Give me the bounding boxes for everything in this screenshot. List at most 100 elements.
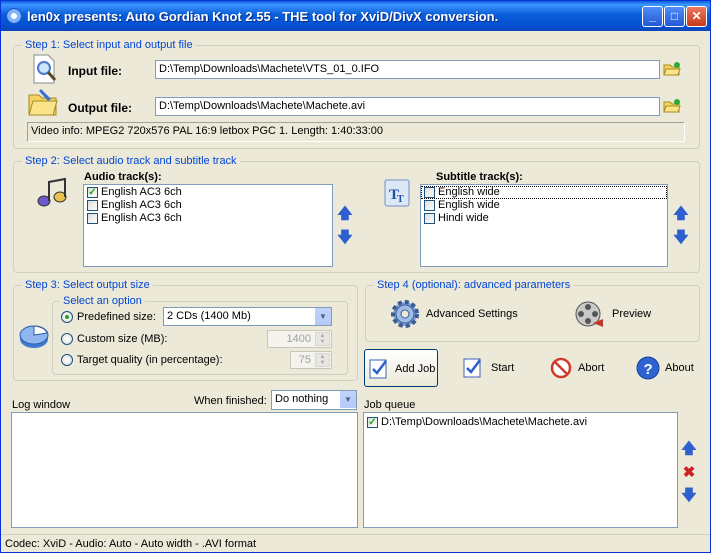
target-quality-value: 75	[298, 354, 311, 366]
audio-track-item[interactable]: English AC3 6ch	[84, 199, 332, 212]
output-file-label: Output file:	[68, 101, 132, 115]
audio-move-down-icon[interactable]: 🡇	[337, 230, 353, 246]
output-file-field[interactable]: D:\Temp\Downloads\Machete\Machete.avi	[155, 97, 660, 116]
spinner-arrows-icon[interactable]: ▲ ▼	[315, 353, 330, 367]
start-button[interactable]: Start	[461, 351, 525, 387]
chevron-down-icon[interactable]: ▼	[339, 391, 356, 408]
audio-track-item[interactable]: English AC3 6ch	[84, 212, 332, 225]
checkbox-icon[interactable]	[424, 200, 435, 211]
subtitle-track-label: English wide	[438, 186, 500, 198]
checkbox-icon[interactable]	[424, 213, 435, 224]
audio-move-up-icon[interactable]: 🡅	[337, 206, 353, 222]
start-label: Start	[491, 362, 515, 374]
svg-text:?: ?	[644, 361, 653, 378]
job-queue-item[interactable]: ✓ D:\Temp\Downloads\Machete\Machete.avi	[364, 416, 677, 429]
checklist-icon	[463, 357, 485, 379]
checklist-icon	[369, 358, 391, 380]
subtitle-move-down-icon[interactable]: 🡇	[673, 230, 689, 246]
checkbox-icon[interactable]	[87, 200, 98, 211]
stop-sign-icon	[550, 357, 572, 379]
predefined-size-select[interactable]: 2 CDs (1400 Mb) ▼	[163, 307, 332, 326]
job-queue-item-label: D:\Temp\Downloads\Machete\Machete.avi	[381, 416, 588, 428]
video-info-text: Video info: MPEG2 720x576 PAL 16:9 letbo…	[27, 122, 685, 142]
predefined-size-label: Predefined size:	[77, 311, 156, 323]
job-queue-list[interactable]: ✓ D:\Temp\Downloads\Machete\Machete.avi	[363, 412, 678, 528]
maximize-button[interactable]: □	[664, 6, 685, 27]
subtitle-track-label: Hindi wide	[438, 212, 489, 224]
minimize-button[interactable]: _	[642, 6, 663, 27]
abort-button[interactable]: Abort	[548, 351, 612, 387]
log-window-area[interactable]	[11, 412, 358, 528]
queue-remove-icon[interactable]: ✖	[681, 465, 697, 481]
abort-label: Abort	[578, 362, 605, 374]
audio-track-label: English AC3 6ch	[101, 186, 182, 198]
about-label: About	[665, 362, 694, 374]
subtitle-text-icon: TT	[384, 179, 410, 207]
spinner-arrows-icon[interactable]: ▲ ▼	[315, 332, 330, 346]
audio-tracks-label: Audio track(s):	[84, 171, 162, 183]
subtitle-track-item[interactable]: English wide	[421, 199, 667, 212]
window-title: len0x presents: Auto Gordian Knot 2.55 -…	[27, 9, 499, 24]
when-finished-label: When finished:	[194, 395, 267, 407]
checkbox-icon[interactable]	[424, 187, 435, 198]
subtitle-tracks-label: Subtitle track(s):	[436, 171, 523, 183]
when-finished-select[interactable]: Do nothing ▼	[271, 390, 357, 410]
checkbox-checked-icon[interactable]: ✓	[87, 187, 98, 198]
target-quality-label: Target quality (in percentage):	[77, 354, 223, 366]
step4-legend: Step 4 (optional): advanced parameters	[374, 279, 574, 291]
advanced-settings-button[interactable]: Advanced Settings	[386, 297, 526, 333]
step3-legend: Step 3: Select output size	[22, 279, 153, 291]
custom-size-label: Custom size (MB):	[77, 333, 168, 345]
output-file-icon	[27, 87, 59, 117]
custom-size-value: 1400	[286, 333, 311, 345]
title-bar[interactable]: len0x presents: Auto Gordian Knot 2.55 -…	[1, 1, 710, 31]
audio-track-label: English AC3 6ch	[101, 212, 182, 224]
checkbox-icon[interactable]	[87, 213, 98, 224]
chevron-down-icon[interactable]: ▼	[314, 308, 331, 325]
preview-label: Preview	[612, 308, 652, 320]
input-file-field[interactable]: D:\Temp\Downloads\Machete\VTS_01_0.IFO	[155, 60, 660, 79]
input-file-label: Input file:	[68, 64, 122, 78]
disk-pie-icon	[18, 317, 50, 351]
size-option-legend: Select an option	[60, 295, 145, 307]
input-file-icon	[29, 53, 59, 85]
target-quality-radio[interactable]	[61, 354, 73, 366]
film-reel-icon	[573, 297, 607, 331]
job-queue-label: Job queue	[364, 399, 416, 411]
subtitle-track-item[interactable]: Hindi wide	[421, 212, 667, 225]
add-job-button[interactable]: Add Job	[364, 349, 438, 387]
audio-track-item[interactable]: ✓ English AC3 6ch	[84, 186, 332, 199]
subtitle-track-item[interactable]: English wide	[421, 186, 667, 199]
add-job-label: Add Job	[395, 363, 436, 375]
browse-output-folder-icon[interactable]	[663, 98, 681, 114]
when-finished-value: Do nothing	[275, 393, 329, 405]
about-button[interactable]: ? About	[635, 351, 701, 387]
queue-move-down-icon[interactable]: 🡇	[681, 488, 697, 504]
predefined-size-radio[interactable]	[61, 311, 73, 323]
svg-text:T: T	[397, 194, 404, 205]
custom-size-radio[interactable]	[61, 333, 73, 345]
subtitle-move-up-icon[interactable]: 🡅	[673, 206, 689, 222]
gear-icon	[388, 297, 422, 331]
app-icon[interactable]	[6, 8, 22, 24]
subtitle-tracks-list[interactable]: English wide English wide Hindi wide	[420, 184, 668, 267]
app-window: len0x presents: Auto Gordian Knot 2.55 -…	[0, 0, 711, 553]
target-quality-spinner[interactable]: 75 ▲ ▼	[290, 351, 332, 369]
log-window-label: Log window	[12, 399, 71, 411]
step1-legend: Step 1: Select input and output file	[22, 39, 196, 51]
step2-legend: Step 2: Select audio track and subtitle …	[22, 155, 240, 167]
audio-notes-icon	[35, 177, 69, 209]
audio-track-label: English AC3 6ch	[101, 199, 182, 211]
predefined-size-value: 2 CDs (1400 Mb)	[167, 310, 251, 322]
preview-button[interactable]: Preview	[571, 297, 671, 333]
audio-tracks-list[interactable]: ✓ English AC3 6ch English AC3 6ch English…	[83, 184, 333, 267]
queue-move-up-icon[interactable]: 🡅	[681, 441, 697, 457]
help-icon: ?	[636, 356, 660, 380]
advanced-settings-label: Advanced Settings	[426, 308, 518, 320]
close-button[interactable]: ✕	[686, 6, 707, 27]
custom-size-spinner[interactable]: 1400 ▲ ▼	[267, 330, 332, 348]
subtitle-track-label: English wide	[438, 199, 500, 211]
browse-input-folder-icon[interactable]	[663, 61, 681, 77]
status-bar: Codec: XviD - Audio: Auto - Auto width -…	[1, 534, 710, 553]
checkbox-checked-icon[interactable]: ✓	[367, 417, 378, 428]
